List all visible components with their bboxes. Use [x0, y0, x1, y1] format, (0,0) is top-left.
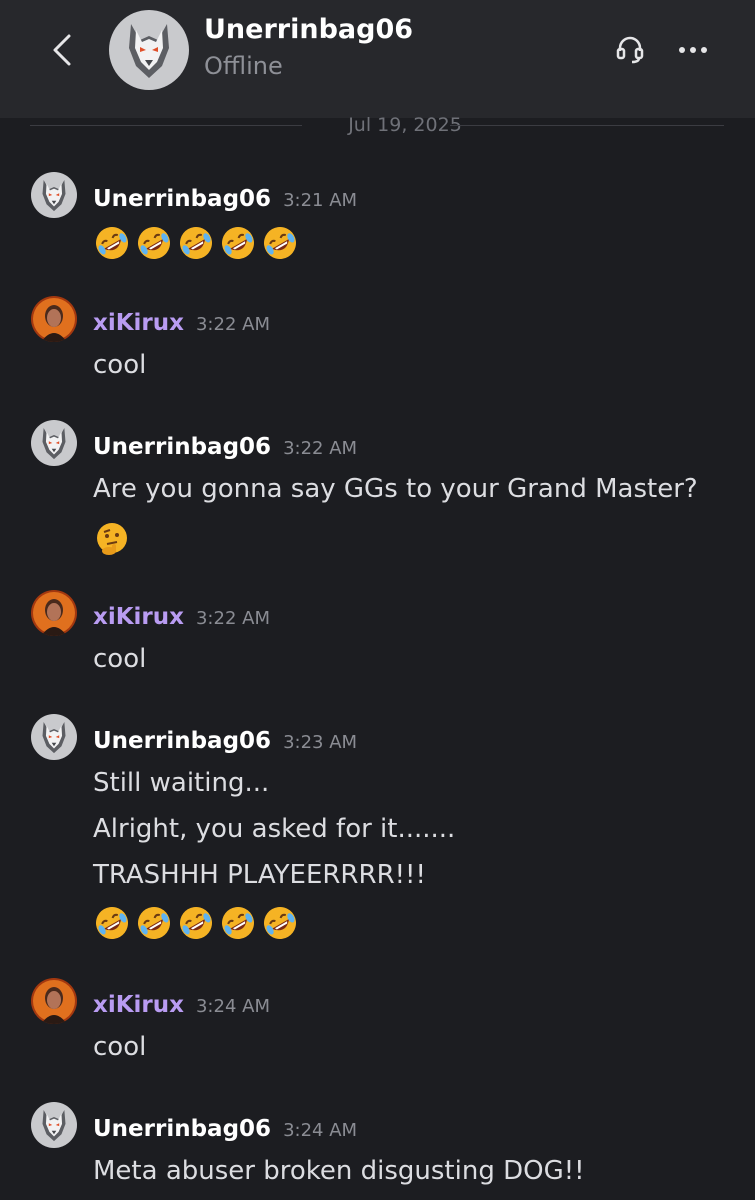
thinking-face-icon — [93, 520, 131, 558]
headset-icon — [616, 36, 644, 64]
emoji-line — [93, 520, 131, 558]
back-button[interactable] — [44, 26, 80, 74]
contact-status: Offline — [204, 52, 283, 80]
avatar[interactable] — [31, 714, 77, 760]
rolling-on-floor-laughing-icon — [261, 224, 299, 262]
chat-header: Unerrinbag06 Offline — [0, 0, 755, 118]
more-options-button[interactable] — [673, 30, 713, 70]
rolling-on-floor-laughing-icon — [219, 904, 257, 942]
voice-call-button[interactable] — [610, 30, 650, 70]
message-author[interactable]: xiKirux 3:24 AM — [93, 992, 270, 1018]
contact-name[interactable]: Unerrinbag06 — [204, 14, 413, 45]
message-time: 3:22 AM — [283, 438, 358, 459]
message-author[interactable]: Unerrinbag06 3:22 AM — [93, 434, 357, 460]
author-name[interactable]: xiKirux — [93, 604, 184, 630]
message-time: 3:22 AM — [195, 314, 270, 335]
message-time: 3:24 AM — [283, 1120, 358, 1141]
rolling-on-floor-laughing-icon — [261, 904, 299, 942]
author-name[interactable]: Unerrinbag06 — [93, 1116, 271, 1142]
message-time: 3:21 AM — [283, 190, 358, 211]
author-name[interactable]: Unerrinbag06 — [93, 434, 271, 460]
message-text: Still waiting... — [93, 768, 270, 798]
emoji-line — [93, 904, 299, 942]
message-author[interactable]: xiKirux 3:22 AM — [93, 604, 270, 630]
chevron-left-icon — [53, 34, 71, 66]
avatar[interactable] — [31, 590, 77, 636]
message-author[interactable]: Unerrinbag06 3:23 AM — [93, 728, 357, 754]
message-author[interactable]: Unerrinbag06 3:24 AM — [93, 1116, 357, 1142]
rolling-on-floor-laughing-icon — [135, 904, 173, 942]
date-divider: Jul 19, 2025 — [30, 114, 724, 138]
message-time: 3:24 AM — [195, 996, 270, 1017]
message-author[interactable]: xiKirux 3:22 AM — [93, 310, 270, 336]
message-text: cool — [93, 644, 147, 674]
avatar[interactable] — [31, 420, 77, 466]
author-name[interactable]: xiKirux — [93, 310, 184, 336]
author-name[interactable]: xiKirux — [93, 992, 184, 1018]
rolling-on-floor-laughing-icon — [93, 904, 131, 942]
avatar[interactable] — [31, 296, 77, 342]
avatar[interactable] — [31, 978, 77, 1024]
rolling-on-floor-laughing-icon — [177, 224, 215, 262]
message-text: cool — [93, 1032, 147, 1062]
emoji-line — [93, 224, 299, 262]
more-options-icon — [679, 47, 707, 53]
message-text: Meta abuser broken disgusting DOG!! — [93, 1156, 585, 1186]
message-text: Are you gonna say GGs to your Grand Mast… — [93, 474, 698, 504]
avatar[interactable] — [31, 1102, 77, 1148]
message-text: cool — [93, 350, 147, 380]
message-text: Alright, you asked for it....... — [93, 814, 456, 844]
rolling-on-floor-laughing-icon — [219, 224, 257, 262]
rolling-on-floor-laughing-icon — [93, 224, 131, 262]
author-name[interactable]: Unerrinbag06 — [93, 728, 271, 754]
divider-line — [30, 125, 302, 126]
message-author[interactable]: Unerrinbag06 3:21 AM — [93, 186, 357, 212]
contact-avatar[interactable] — [109, 10, 189, 90]
message-time: 3:23 AM — [283, 732, 358, 753]
message-text: TRASHHH PLAYEERRRR!!! — [93, 860, 426, 890]
author-name[interactable]: Unerrinbag06 — [93, 186, 271, 212]
message-time: 3:22 AM — [195, 608, 270, 629]
divider-line — [450, 125, 724, 126]
rolling-on-floor-laughing-icon — [135, 224, 173, 262]
rolling-on-floor-laughing-icon — [177, 904, 215, 942]
avatar[interactable] — [31, 172, 77, 218]
